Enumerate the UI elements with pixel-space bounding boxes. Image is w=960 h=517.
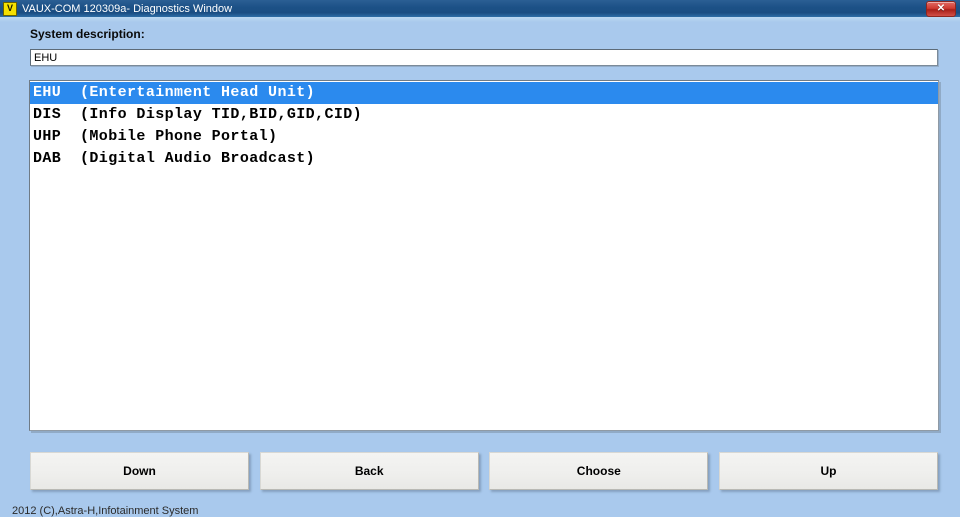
list-item[interactable]: DIS (Info Display TID,BID,GID,CID)	[30, 104, 938, 126]
back-button[interactable]: Back	[259, 452, 479, 490]
button-row: Down Back Choose Up	[30, 452, 938, 490]
list-item[interactable]: EHU (Entertainment Head Unit)	[30, 82, 938, 104]
system-description-label: System description:	[30, 27, 145, 41]
system-description-input[interactable]	[30, 49, 938, 66]
title-bar-underline	[0, 17, 960, 22]
choose-button[interactable]: Choose	[489, 452, 709, 490]
down-button[interactable]: Down	[30, 452, 249, 490]
list-item[interactable]: DAB (Digital Audio Broadcast)	[30, 148, 938, 170]
up-button[interactable]: Up	[718, 452, 938, 490]
title-bar: V VAUX-COM 120309a- Diagnostics Window ✕	[0, 0, 960, 17]
diagnostics-window: V VAUX-COM 120309a- Diagnostics Window ✕…	[0, 0, 960, 517]
system-list[interactable]: EHU (Entertainment Head Unit) DIS (Info …	[29, 80, 939, 431]
list-item[interactable]: UHP (Mobile Phone Portal)	[30, 126, 938, 148]
close-icon: ✕	[936, 3, 946, 14]
app-logo-icon: V	[3, 1, 17, 16]
close-button[interactable]: ✕	[926, 1, 956, 17]
window-title: VAUX-COM 120309a- Diagnostics Window	[22, 2, 233, 15]
status-text: 2012 (C),Astra-H,Infotainment System	[12, 505, 199, 517]
